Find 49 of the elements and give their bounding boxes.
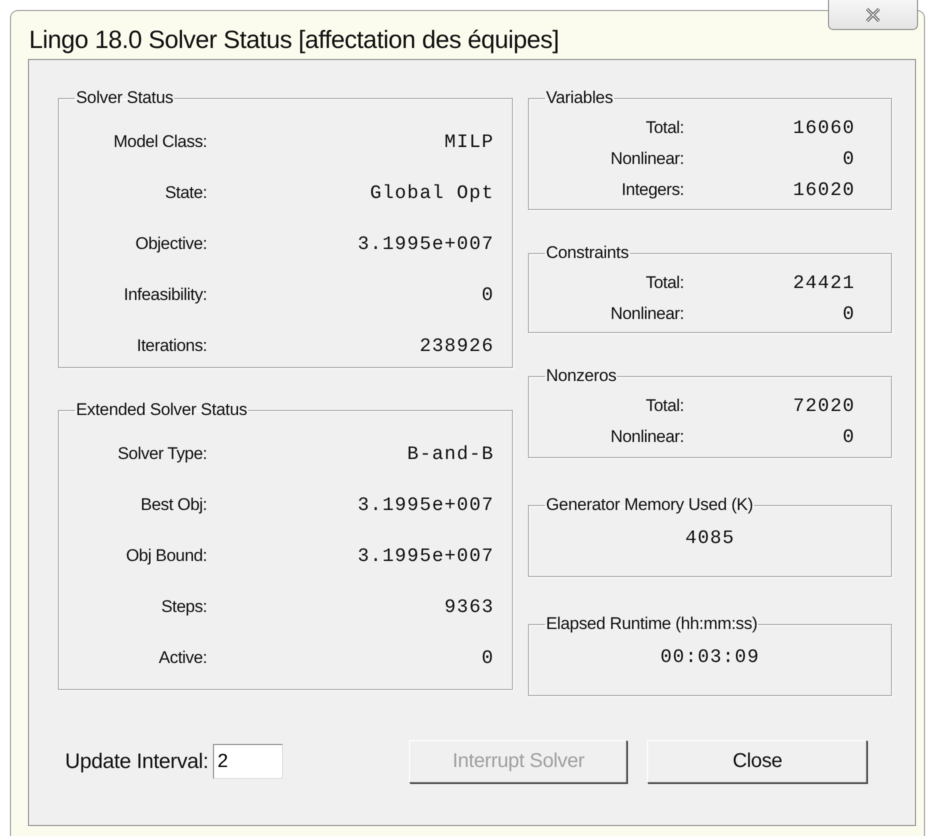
field-value: Global Opt — [368, 182, 494, 204]
window-title: Lingo 18.0 Solver Status [affectation des équipes] — [28, 25, 559, 56]
group-title: Extended Solver Status — [75, 400, 248, 420]
field-value: 0 — [842, 302, 855, 324]
field-label: Nonlinear: — [610, 304, 684, 324]
field-value: 3.1995e+007 — [356, 232, 494, 254]
group-title: Generator Memory Used (K) — [545, 495, 754, 515]
field-label: Model Class: — [112, 132, 207, 152]
field-value: 4085 — [684, 526, 736, 549]
field-value: 00:03:09 — [659, 645, 761, 668]
field-value: B-and-B — [406, 442, 494, 464]
field-label: Total: — [644, 396, 684, 416]
group-title: Nonzeros — [545, 366, 618, 386]
group-title: Constraints — [545, 243, 630, 263]
dialog-button[interactable]: Close — [647, 740, 868, 783]
field-label: Total: — [644, 118, 684, 138]
group-title: Elapsed Runtime (hh:mm:ss) — [545, 614, 758, 634]
field-label: Integers: — [620, 180, 684, 200]
field-label: Best Obj: — [140, 494, 207, 514]
field-value: 0 — [480, 284, 494, 306]
field-value: 9363 — [443, 596, 494, 618]
group-title: Variables — [545, 88, 614, 108]
field-label: Objective: — [134, 234, 207, 254]
field-value: 24421 — [792, 272, 855, 294]
field-label: Obj Bound: — [124, 546, 207, 566]
field-value: 0 — [842, 148, 855, 170]
close-button[interactable] — [828, 0, 918, 30]
close-icon — [865, 8, 881, 22]
field-label: Nonlinear: — [610, 426, 684, 446]
field-label: Infeasibility: — [122, 284, 207, 304]
field-value: 0 — [842, 426, 855, 448]
field-label: Solver Type: — [116, 444, 207, 464]
field-value: 16020 — [792, 178, 855, 200]
field-value: 3.1995e+007 — [356, 494, 494, 516]
field-label: Total: — [644, 272, 684, 292]
field-value: MILP — [443, 130, 494, 152]
field-label: Update Interval: — [65, 750, 208, 774]
field-value: 238926 — [418, 334, 494, 356]
field-label: Steps: — [160, 596, 207, 616]
interval-input[interactable]: 2 — [213, 744, 284, 779]
field-label: Active: — [158, 648, 207, 668]
field-value: 16060 — [792, 116, 855, 138]
field-label: Nonlinear: — [610, 148, 684, 168]
group-title: Solver Status — [75, 88, 174, 108]
field-label: State: — [164, 182, 207, 202]
field-label: Iterations: — [136, 336, 207, 356]
field-value: 72020 — [792, 394, 855, 416]
field-value: 0 — [480, 646, 494, 668]
field-value: 3.1995e+007 — [356, 544, 494, 566]
